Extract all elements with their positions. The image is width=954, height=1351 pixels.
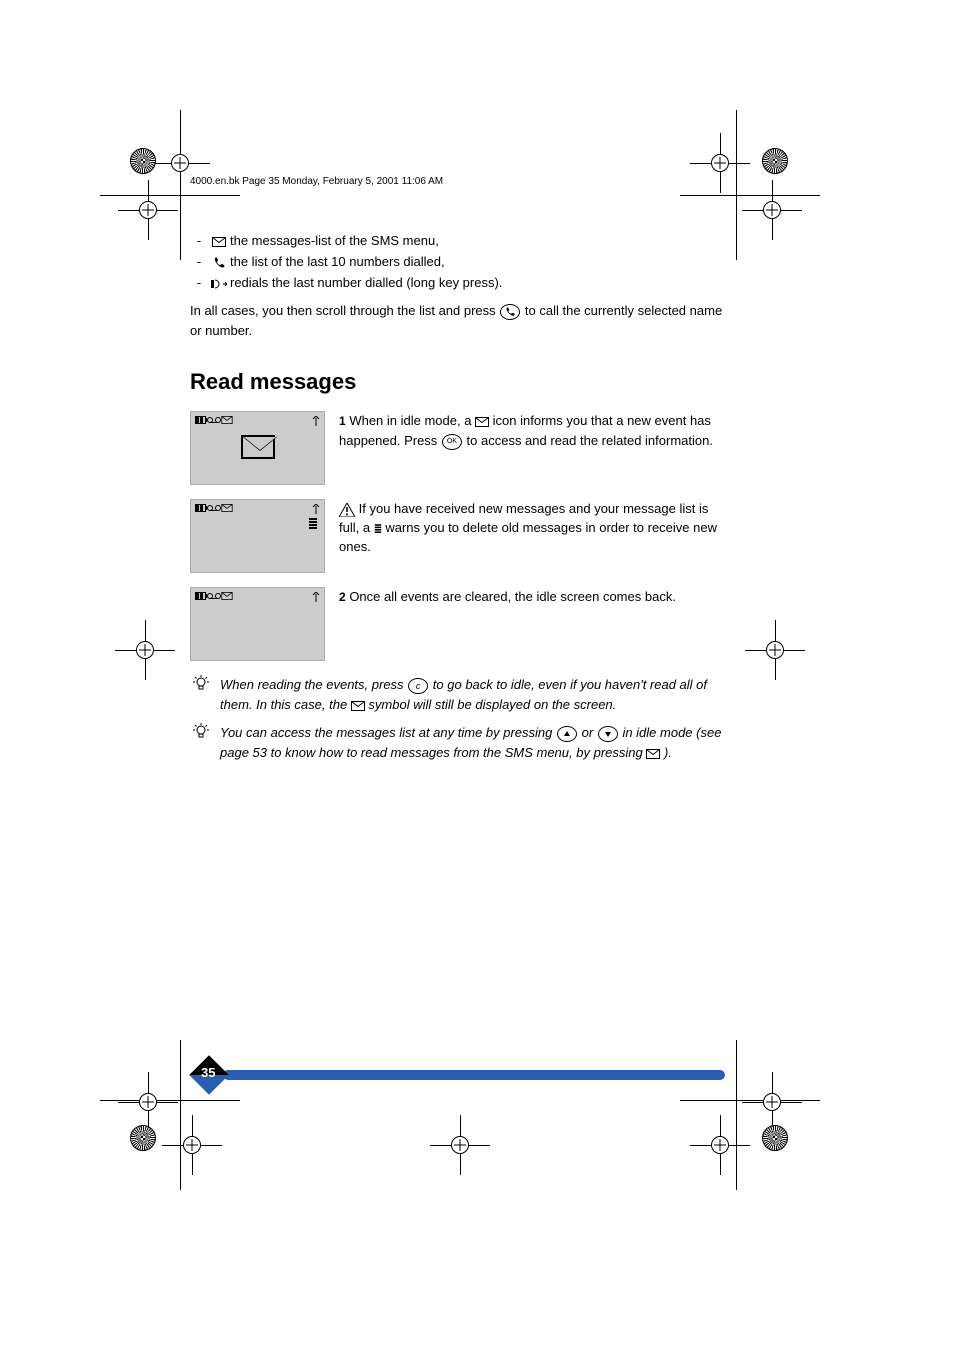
list-item-label: the list of the last 10 numbers dialled, — [230, 252, 730, 272]
section-heading: Read messages — [190, 369, 730, 395]
list-item-label: redials the last number dialled (long ke… — [230, 273, 730, 293]
ok-button-icon: OK — [442, 434, 462, 450]
instruction-row: 1 When in idle mode, a icon informs you … — [190, 411, 730, 485]
registration-mark-icon — [690, 1115, 750, 1175]
instruction-text: 1 When in idle mode, a icon informs you … — [339, 411, 730, 450]
list-item: - the list of the last 10 numbers dialle… — [190, 252, 730, 272]
battery-icon — [195, 592, 207, 605]
decorative-bar — [223, 1070, 725, 1080]
dash-icon: - — [190, 231, 208, 251]
envelope-icon — [221, 504, 233, 517]
voicemail-icon — [207, 416, 221, 429]
registration-mark-icon — [745, 620, 805, 680]
new-message-icon — [241, 435, 275, 459]
instruction-row: If you have received new messages and yo… — [190, 499, 730, 573]
signal-icon — [312, 504, 320, 517]
phone-screen-3 — [190, 587, 325, 661]
registration-mark-icon — [430, 1115, 490, 1175]
voicemail-icon — [207, 504, 221, 517]
phone-screen-1 — [190, 411, 325, 485]
lightbulb-icon — [190, 675, 212, 715]
dash-icon: - — [190, 252, 208, 272]
registration-mark-icon — [742, 180, 802, 240]
status-bar — [195, 416, 320, 429]
registration-circle-icon — [130, 148, 156, 174]
redial-icon — [208, 273, 230, 293]
warning-icon — [339, 501, 359, 516]
registration-circle-icon — [762, 1125, 788, 1151]
c-button-icon: c — [408, 678, 428, 694]
page-footer: 35 — [195, 1068, 725, 1082]
voicemail-icon — [207, 592, 221, 605]
phone-icon — [208, 252, 230, 272]
page-content: - the messages-list of the SMS menu, - t… — [190, 230, 730, 771]
memory-full-icon — [308, 518, 318, 532]
tip-paragraph: You can access the messages list at any … — [190, 723, 730, 763]
call-button-icon — [500, 304, 520, 320]
page-number: 35 — [201, 1065, 215, 1080]
memory-full-icon — [374, 520, 386, 535]
lightbulb-icon — [190, 723, 212, 763]
envelope-icon — [221, 592, 233, 605]
dash-icon: - — [190, 273, 208, 293]
list-item: - the messages-list of the SMS menu, — [190, 231, 730, 251]
list-item-label: the messages-list of the SMS menu, — [230, 231, 730, 251]
registration-mark-icon — [742, 1072, 802, 1132]
battery-icon — [195, 416, 207, 429]
envelope-icon — [646, 745, 664, 760]
envelope-icon — [351, 697, 369, 712]
battery-icon — [195, 504, 207, 517]
status-bar — [195, 504, 320, 517]
paragraph: In all cases, you then scroll through th… — [190, 301, 730, 341]
envelope-icon — [208, 231, 230, 251]
signal-icon — [312, 416, 320, 429]
tip-paragraph: When reading the events, press c to go b… — [190, 675, 730, 715]
up-button-icon — [557, 726, 577, 742]
registration-circle-icon — [130, 1125, 156, 1151]
status-bar — [195, 592, 320, 605]
envelope-icon — [475, 413, 493, 428]
page-runner: 4000.en.bk Page 35 Monday, February 5, 2… — [190, 176, 443, 187]
down-button-icon — [598, 726, 618, 742]
registration-mark-icon — [162, 1115, 222, 1175]
phone-screen-2 — [190, 499, 325, 573]
envelope-icon — [221, 416, 233, 429]
registration-mark-icon — [118, 180, 178, 240]
instruction-row: 2 Once all events are cleared, the idle … — [190, 587, 730, 661]
list-item: - redials the last number dialled (long … — [190, 273, 730, 293]
instruction-text: If you have received new messages and yo… — [339, 499, 730, 556]
registration-circle-icon — [762, 148, 788, 174]
registration-mark-icon — [115, 620, 175, 680]
instruction-text: 2 Once all events are cleared, the idle … — [339, 587, 730, 607]
signal-icon — [312, 592, 320, 605]
registration-mark-icon — [690, 133, 750, 193]
